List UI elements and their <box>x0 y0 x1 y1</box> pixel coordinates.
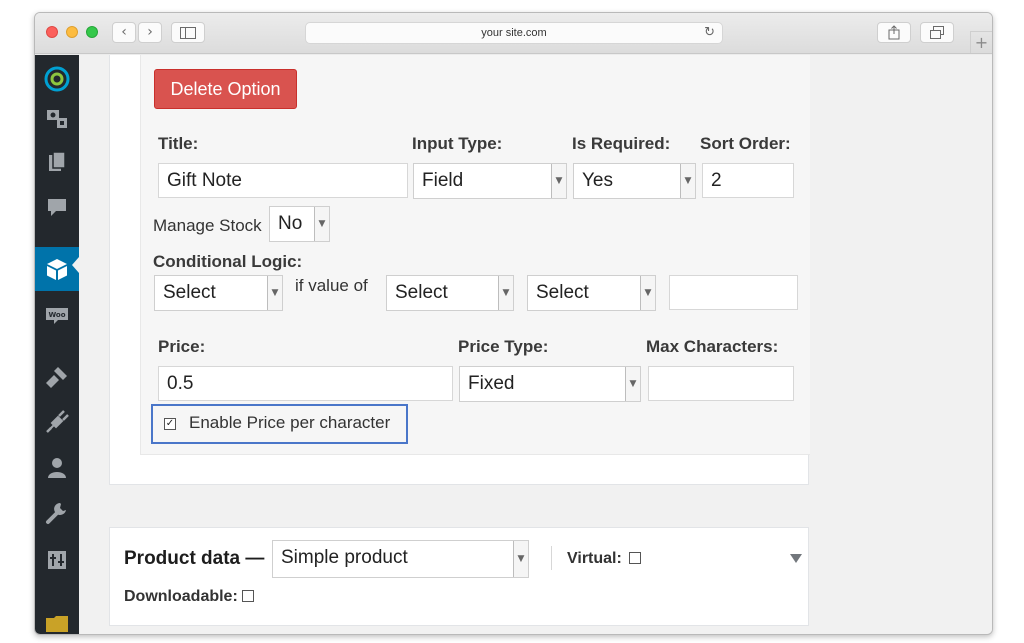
downloadable-checkbox[interactable] <box>242 590 254 602</box>
reload-icon[interactable]: ↻ <box>704 25 715 40</box>
chevron-down-icon: ▼ <box>314 207 329 241</box>
appearance-brush-icon <box>46 367 67 388</box>
conditional-field-select[interactable]: Select ▼ <box>386 275 514 311</box>
woocommerce-icon: Woo <box>46 308 68 324</box>
admin-sidebar: Woo <box>35 55 79 634</box>
product-data-label: Product data — <box>124 548 265 569</box>
chevron-down-icon: ▼ <box>267 276 282 310</box>
products-box-icon <box>47 259 67 280</box>
close-window-button[interactable] <box>46 26 58 38</box>
manage-stock-value: No <box>278 213 303 234</box>
settings-sliders-icon <box>48 551 66 569</box>
chevron-down-icon: ▼ <box>640 276 655 310</box>
manage-stock-select[interactable]: No ▼ <box>269 206 330 242</box>
is-required-label: Is Required: <box>572 134 671 153</box>
is-required-select[interactable]: Yes ▼ <box>573 163 696 199</box>
share-icon <box>888 25 900 40</box>
conditional-action-value: Select <box>163 282 216 303</box>
collapse-triangle-icon[interactable] <box>790 554 802 563</box>
comments-icon <box>48 199 66 216</box>
enable-price-per-character-highlight: ✓ Enable Price per character <box>151 404 408 444</box>
chevron-down-icon: ▼ <box>513 541 528 577</box>
chevron-down-icon: ▼ <box>680 164 695 198</box>
price-label: Price: <box>158 337 206 356</box>
conditional-operator-select[interactable]: Select ▼ <box>527 275 656 311</box>
sidebar-item-settings[interactable] <box>35 542 79 578</box>
users-icon <box>48 458 66 478</box>
input-type-value: Field <box>422 170 464 191</box>
sidebar-item-wordpress[interactable] <box>35 61 79 97</box>
main-content: Delete Option Title: Input Type: Is Requ… <box>79 55 992 634</box>
sort-order-input[interactable]: 2 <box>702 163 794 198</box>
tabs-icon <box>930 26 944 39</box>
browser-titlebar: ‹ › your site.com ↻ + <box>35 13 992 54</box>
zoom-window-button[interactable] <box>86 26 98 38</box>
sidebar-item-tools[interactable] <box>35 495 79 531</box>
address-bar[interactable]: your site.com ↻ <box>305 22 723 44</box>
price-type-label: Price Type: <box>458 337 549 356</box>
product-type-value: Simple product <box>281 547 408 568</box>
tools-wrench-icon <box>46 503 66 524</box>
input-type-select[interactable]: Field ▼ <box>413 163 567 199</box>
sidebar-icon <box>180 27 196 39</box>
sidebar-item-plugins[interactable] <box>35 404 79 440</box>
sidebar-item-comments[interactable] <box>35 189 79 225</box>
svg-text:Woo: Woo <box>48 311 65 319</box>
conditional-field-value: Select <box>395 282 448 303</box>
if-value-of-label: if value of <box>295 276 368 295</box>
title-label: Title: <box>158 134 199 153</box>
manage-stock-label: Manage Stock <box>153 216 262 235</box>
max-characters-label: Max Characters: <box>646 337 779 356</box>
product-data-panel: Product data — Simple product ▼ Virtual:… <box>109 527 809 626</box>
conditional-logic-label: Conditional Logic: <box>153 252 303 271</box>
price-type-select[interactable]: Fixed ▼ <box>459 366 641 402</box>
divider <box>551 546 552 570</box>
forward-button[interactable]: › <box>138 22 162 43</box>
product-type-select[interactable]: Simple product ▼ <box>272 540 529 578</box>
share-button[interactable] <box>877 22 911 43</box>
tabs-overview-button[interactable] <box>920 22 954 43</box>
virtual-checkbox[interactable] <box>629 552 641 564</box>
virtual-label: Virtual: <box>567 550 622 567</box>
conditional-value-input[interactable] <box>669 275 798 310</box>
new-tab-button[interactable]: + <box>970 31 992 53</box>
sidebar-item-appearance[interactable] <box>35 359 79 395</box>
conditional-operator-value: Select <box>536 282 589 303</box>
minimize-window-button[interactable] <box>66 26 78 38</box>
sidebar-item-woocommerce[interactable]: Woo <box>35 297 79 333</box>
enable-price-per-character-label[interactable]: Enable Price per character <box>189 413 390 433</box>
sidebar-item-users[interactable] <box>35 450 79 486</box>
title-input[interactable]: Gift Note <box>158 163 408 198</box>
chevron-down-icon: ▼ <box>551 164 566 198</box>
back-button[interactable]: ‹ <box>112 22 136 43</box>
pages-icon <box>49 151 66 171</box>
browser-window: ‹ › your site.com ↻ + Woo Delete Option … <box>34 12 993 635</box>
url-text: your site.com <box>481 27 547 39</box>
wordpress-logo-icon <box>44 66 70 92</box>
input-type-label: Input Type: <box>412 134 503 153</box>
chevron-down-icon: ▼ <box>498 276 513 310</box>
product-option-panel: Delete Option Title: Input Type: Is Requ… <box>109 55 810 485</box>
price-type-value: Fixed <box>468 373 515 394</box>
sidebar-item-folder[interactable] <box>35 605 79 634</box>
plugins-icon <box>46 410 69 433</box>
folder-icon <box>46 616 68 632</box>
sort-order-label: Sort Order: <box>700 134 791 153</box>
option-row: Delete Option Title: Input Type: Is Requ… <box>140 55 810 455</box>
price-input[interactable]: 0.5 <box>158 366 453 401</box>
max-characters-input[interactable] <box>648 366 794 401</box>
delete-option-button[interactable]: Delete Option <box>154 69 297 109</box>
is-required-value: Yes <box>582 170 613 191</box>
chevron-down-icon: ▼ <box>625 367 640 401</box>
sidebar-item-pages[interactable] <box>35 144 79 180</box>
sidebar-item-products[interactable] <box>35 247 79 291</box>
enable-price-per-character-checkbox[interactable]: ✓ <box>164 418 176 430</box>
conditional-action-select[interactable]: Select ▼ <box>154 275 283 311</box>
downloadable-label: Downloadable: <box>124 588 238 605</box>
media-icon <box>47 110 67 128</box>
sidebar-item-media[interactable] <box>35 101 79 137</box>
sidebar-toggle-button[interactable] <box>171 22 205 43</box>
